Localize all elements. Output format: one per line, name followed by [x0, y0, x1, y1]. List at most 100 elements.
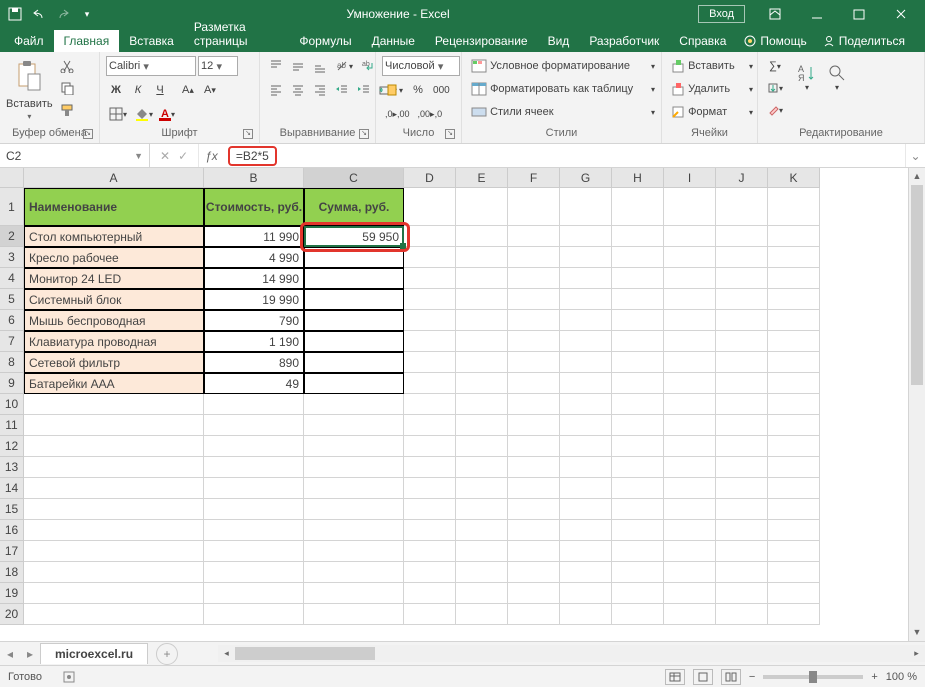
cell[interactable]: [768, 226, 820, 247]
tab-view[interactable]: Вид: [538, 30, 580, 52]
cell[interactable]: [664, 352, 716, 373]
col-header-E[interactable]: E: [456, 168, 508, 188]
cell[interactable]: [508, 247, 560, 268]
vscroll-thumb[interactable]: [911, 185, 923, 385]
scroll-left-icon[interactable]: ◂: [218, 648, 235, 659]
cell[interactable]: [508, 436, 560, 457]
delete-cells-button[interactable]: Удалить▾: [668, 79, 756, 99]
shrink-font-icon[interactable]: A▾: [200, 80, 220, 100]
cell[interactable]: [768, 331, 820, 352]
cell[interactable]: [560, 499, 612, 520]
cell[interactable]: [404, 457, 456, 478]
cell[interactable]: [664, 478, 716, 499]
cell[interactable]: [508, 331, 560, 352]
insert-cells-button[interactable]: Вставить▾: [668, 56, 756, 76]
cell[interactable]: [304, 352, 404, 373]
col-header-J[interactable]: J: [716, 168, 768, 188]
cell[interactable]: [24, 415, 204, 436]
view-page-layout-icon[interactable]: [693, 669, 713, 685]
cell[interactable]: Стоимость, руб.: [204, 188, 304, 226]
cell[interactable]: [508, 226, 560, 247]
cell[interactable]: [716, 310, 768, 331]
cell[interactable]: [612, 478, 664, 499]
font-color-icon[interactable]: A▾: [158, 104, 178, 124]
cell[interactable]: [508, 520, 560, 541]
cell[interactable]: [560, 352, 612, 373]
alignment-dialog-icon[interactable]: ↘: [359, 129, 369, 139]
cell[interactable]: [768, 436, 820, 457]
cell[interactable]: 49: [204, 373, 304, 394]
cell[interactable]: [204, 604, 304, 625]
cell[interactable]: [768, 520, 820, 541]
cell[interactable]: [404, 415, 456, 436]
tab-help[interactable]: Справка: [669, 30, 736, 52]
cell[interactable]: [304, 289, 404, 310]
tell-me-button[interactable]: Помощь: [744, 34, 812, 48]
cell[interactable]: [24, 394, 204, 415]
cell[interactable]: [560, 520, 612, 541]
macro-record-icon[interactable]: [62, 670, 76, 684]
cell[interactable]: [664, 373, 716, 394]
cell[interactable]: [768, 499, 820, 520]
col-header-A[interactable]: A: [24, 168, 204, 188]
bold-button[interactable]: Ж: [106, 80, 126, 100]
row-header-9[interactable]: 9: [0, 373, 24, 394]
cell[interactable]: [456, 268, 508, 289]
cell[interactable]: [508, 289, 560, 310]
cell[interactable]: [612, 436, 664, 457]
cell[interactable]: [664, 520, 716, 541]
find-select-icon[interactable]: ▾: [824, 56, 850, 98]
cell[interactable]: [664, 394, 716, 415]
cell[interactable]: [560, 188, 612, 226]
cell[interactable]: [404, 520, 456, 541]
sheet-tab[interactable]: microexcel.ru: [40, 643, 148, 664]
cell[interactable]: [508, 562, 560, 583]
cell[interactable]: [612, 415, 664, 436]
cell-styles-button[interactable]: Стили ячеек▾: [468, 102, 658, 122]
row-header-3[interactable]: 3: [0, 247, 24, 268]
cell[interactable]: [508, 457, 560, 478]
row-header-14[interactable]: 14: [0, 478, 24, 499]
cell[interactable]: [560, 394, 612, 415]
qat-customize-icon[interactable]: ▾: [76, 3, 98, 25]
cell[interactable]: [456, 562, 508, 583]
format-as-table-button[interactable]: Форматировать как таблицу▾: [468, 79, 658, 99]
tab-formulas[interactable]: Формулы: [289, 30, 361, 52]
cell[interactable]: [304, 478, 404, 499]
cell[interactable]: [204, 583, 304, 604]
redo-icon[interactable]: [52, 3, 74, 25]
cell[interactable]: [664, 436, 716, 457]
scroll-up-icon[interactable]: ▲: [909, 168, 925, 185]
cell[interactable]: [24, 541, 204, 562]
sheet-nav-prev-icon[interactable]: ◂: [0, 647, 20, 661]
row-header-7[interactable]: 7: [0, 331, 24, 352]
cell[interactable]: [768, 188, 820, 226]
cell[interactable]: [612, 541, 664, 562]
cell[interactable]: [24, 583, 204, 604]
cell[interactable]: [768, 583, 820, 604]
cell[interactable]: [204, 499, 304, 520]
copy-icon[interactable]: [57, 78, 77, 98]
cell[interactable]: [204, 562, 304, 583]
fill-color-icon[interactable]: ▾: [132, 104, 156, 124]
cell[interactable]: [404, 289, 456, 310]
decrease-decimal-icon[interactable]: ,00▸,0: [415, 104, 446, 124]
undo-icon[interactable]: [28, 3, 50, 25]
cell[interactable]: [456, 352, 508, 373]
cell[interactable]: [560, 478, 612, 499]
enter-formula-icon[interactable]: ✓: [178, 149, 188, 163]
cell[interactable]: [612, 247, 664, 268]
row-header-12[interactable]: 12: [0, 436, 24, 457]
cell[interactable]: [404, 310, 456, 331]
cell[interactable]: [664, 226, 716, 247]
hscroll-thumb[interactable]: [235, 647, 375, 660]
horizontal-scrollbar[interactable]: ◂ ▸: [218, 645, 925, 662]
cell[interactable]: [560, 436, 612, 457]
grow-font-icon[interactable]: A▴: [178, 80, 198, 100]
minimize-button[interactable]: [797, 0, 837, 28]
cell[interactable]: [204, 415, 304, 436]
cell[interactable]: [508, 352, 560, 373]
cancel-formula-icon[interactable]: ✕: [160, 149, 170, 163]
cell[interactable]: [768, 352, 820, 373]
tab-page-layout[interactable]: Разметка страницы: [184, 16, 290, 52]
